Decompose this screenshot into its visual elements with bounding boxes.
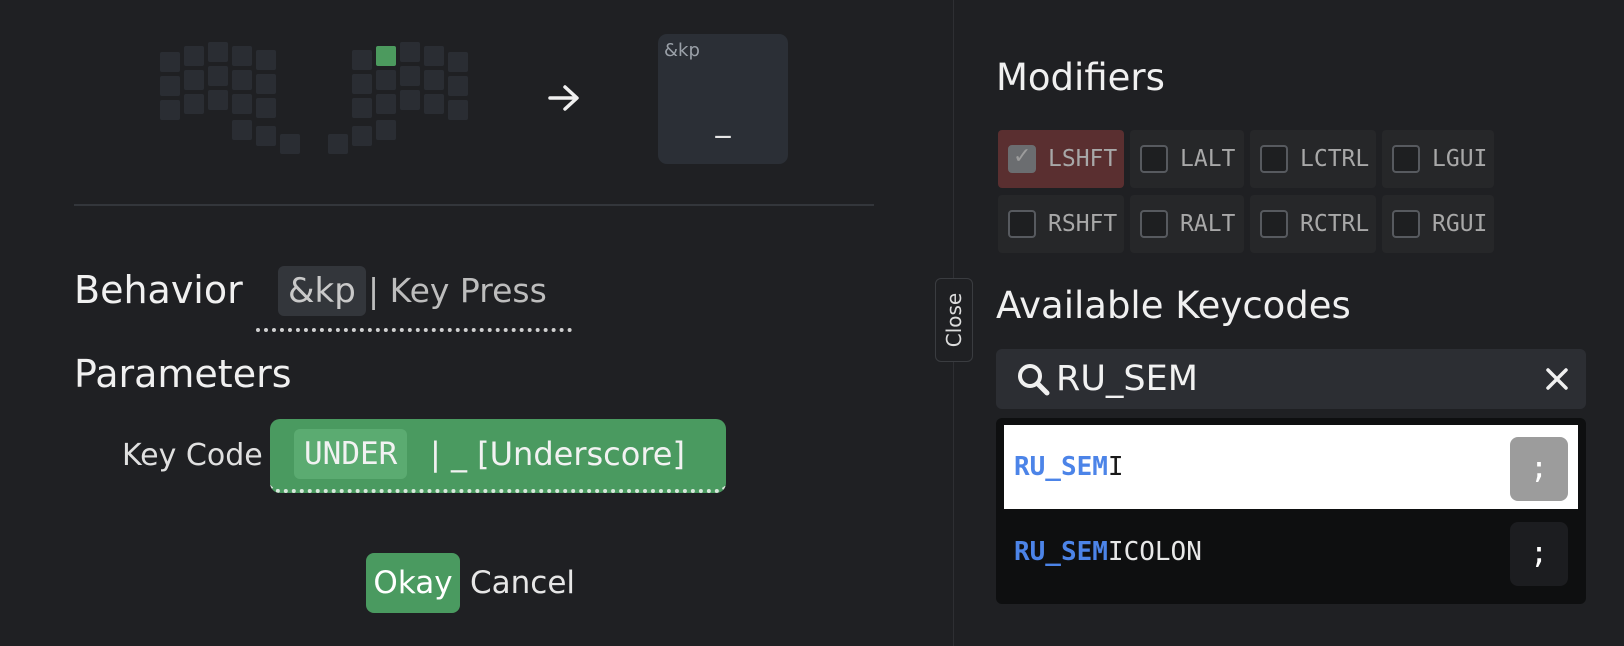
thumb-key [232, 46, 252, 66]
keycode-code: UNDER [294, 429, 408, 479]
keycode-select[interactable]: UNDER | _ [Underscore] [270, 419, 726, 493]
modifier-lshft[interactable]: ✓ LSHFT [998, 130, 1124, 188]
modifier-label: LALT [1180, 146, 1236, 172]
modifier-label: RALT [1180, 211, 1236, 237]
cancel-button[interactable]: Cancel [470, 553, 575, 613]
modifier-label: LSHFT [1048, 146, 1118, 172]
modifier-lalt[interactable]: LALT [1130, 130, 1244, 188]
key-editor-panel: &kp _ Behavior &kp | Key Press Parameter… [0, 0, 953, 646]
keycode-result-rest: ICOLON [1107, 537, 1202, 567]
keycode-result-name: RU_SEMICOLON [1014, 510, 1202, 594]
checkbox[interactable] [1140, 210, 1168, 238]
keycode-result-match: RU_SEM [1014, 537, 1108, 567]
modifier-ralt[interactable]: RALT [1130, 195, 1244, 253]
keycode-picker-panel: Modifiers ✓ LSHFT LALT LCTRL LGUI RSHFT … [954, 0, 1624, 646]
thumb-key [376, 94, 396, 114]
thumb-key [376, 70, 396, 90]
keycode-search [996, 349, 1586, 409]
parameters-heading: Parameters [74, 352, 292, 396]
thumb-key [448, 100, 468, 120]
thumb-key [208, 42, 228, 62]
keycode-results-list: RU_SEMI ; RU_SEMICOLON ; [996, 418, 1586, 604]
thumb-key [256, 74, 276, 94]
modifiers-heading: Modifiers [996, 56, 1165, 99]
thumb-key [160, 52, 180, 72]
thumb-key [376, 120, 396, 140]
thumb-key [424, 94, 444, 114]
keycode-result-key: ; [1510, 437, 1568, 501]
thumb-key [160, 76, 180, 96]
thumb-key [256, 50, 276, 70]
checkbox[interactable]: ✓ [1008, 144, 1036, 173]
section-divider [74, 204, 874, 206]
behavior-heading: Behavior [74, 268, 243, 312]
thumb-key [352, 126, 372, 146]
thumb-key [208, 90, 228, 110]
thumb-key [448, 52, 468, 72]
thumb-key [400, 66, 420, 86]
thumb-key [184, 70, 204, 90]
thumb-key [448, 76, 468, 96]
modifier-label: RGUI [1432, 211, 1488, 237]
key-preview: &kp _ [658, 34, 788, 164]
modifier-rgui[interactable]: RGUI [1382, 195, 1494, 253]
thumb-key [400, 90, 420, 110]
available-keycodes-heading: Available Keycodes [996, 284, 1351, 327]
thumb-key [232, 70, 252, 90]
thumb-key [424, 70, 444, 90]
keycode-name: | _ [Underscore] [430, 435, 685, 473]
arrow-right-icon [548, 85, 579, 111]
thumb-key [232, 120, 252, 140]
thumb-key [400, 42, 420, 62]
keycode-result-row[interactable]: RU_SEMI ; [1004, 425, 1578, 509]
keycode-label: Key Code [122, 438, 263, 473]
thumb-key [352, 74, 372, 94]
modifier-label: LCTRL [1300, 146, 1370, 172]
thumb-key [184, 94, 204, 114]
thumb-key [328, 134, 348, 154]
thumb-key [256, 98, 276, 118]
behavior-code: &kp [278, 266, 366, 316]
thumb-key [184, 46, 204, 66]
thumb-key [160, 100, 180, 120]
keycode-result-name: RU_SEMI [1014, 425, 1124, 509]
thumb-key [352, 98, 372, 118]
okay-button[interactable]: Okay [366, 553, 460, 613]
thumb-key [256, 126, 276, 146]
modifier-rctrl[interactable]: RCTRL [1250, 195, 1376, 253]
keyboard-layout-thumbnail [158, 40, 478, 160]
modifier-label: RCTRL [1300, 211, 1370, 237]
checkbox[interactable] [1392, 145, 1420, 173]
thumb-key-selected [376, 46, 396, 66]
thumb-key [352, 50, 372, 70]
behavior-select[interactable]: &kp | Key Press [256, 264, 572, 332]
checkbox[interactable] [1260, 145, 1288, 173]
keycode-search-input[interactable] [1056, 355, 1516, 403]
key-preview-value: _ [715, 104, 731, 139]
keycode-result-key: ; [1510, 522, 1568, 586]
close-icon[interactable] [1544, 366, 1570, 392]
thumb-key [280, 134, 300, 154]
modifier-lgui[interactable]: LGUI [1382, 130, 1494, 188]
keycode-result-match: RU_SEM [1014, 452, 1108, 482]
modifier-label: LGUI [1432, 146, 1488, 172]
checkbox[interactable] [1392, 210, 1420, 238]
checkbox[interactable] [1260, 210, 1288, 238]
thumb-key [232, 94, 252, 114]
thumb-key [208, 66, 228, 86]
keycode-result-rest: I [1107, 452, 1124, 482]
modifier-rshft[interactable]: RSHFT [998, 195, 1124, 253]
behavior-name: | Key Press [368, 271, 547, 310]
checkbox[interactable] [1008, 210, 1036, 238]
checkmark-icon: ✓ [1013, 144, 1032, 169]
modifier-label: RSHFT [1048, 211, 1118, 237]
thumb-key [424, 46, 444, 66]
keycode-result-row[interactable]: RU_SEMICOLON ; [1004, 510, 1578, 594]
modifier-lctrl[interactable]: LCTRL [1250, 130, 1376, 188]
checkbox[interactable] [1140, 145, 1168, 173]
search-icon [1018, 364, 1050, 396]
key-preview-behavior: &kp [664, 40, 700, 61]
